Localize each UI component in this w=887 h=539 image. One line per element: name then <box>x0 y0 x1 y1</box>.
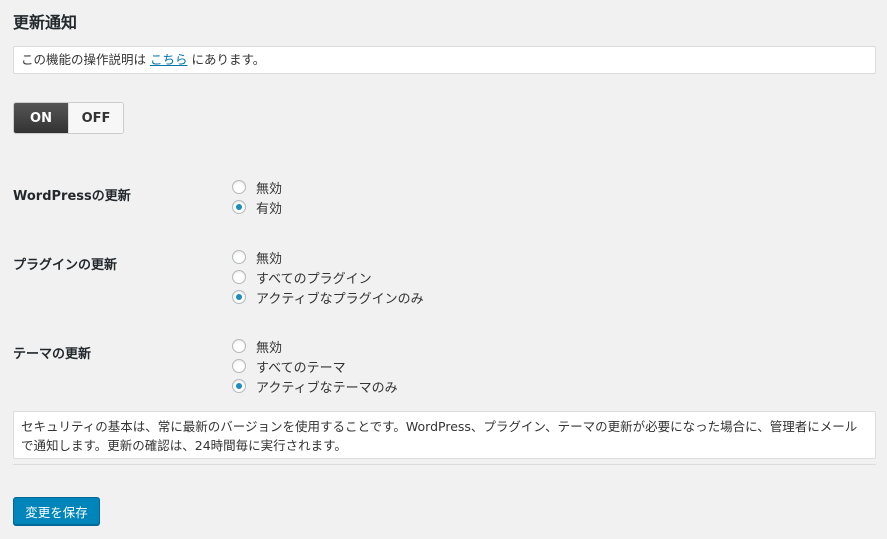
radio-button-icon[interactable] <box>232 339 246 353</box>
toggle-off-button[interactable]: OFF <box>68 103 123 133</box>
radio-label: すべてのプラグイン <box>256 271 372 287</box>
radio-label: すべてのテーマ <box>256 360 346 376</box>
description-text: セキュリティの基本は、常に最新のバージョンを使用することです。WordPress… <box>21 419 858 453</box>
plugin-update-label: プラグインの更新 <box>13 258 118 273</box>
radio-label: 無効 <box>256 251 283 267</box>
plugin-update-active-radio[interactable]: アクティブなプラグインのみ <box>232 287 424 307</box>
info-box: この機能の操作説明は こちら にあります。 <box>13 46 876 74</box>
wordpress-update-options: 無効 有効 <box>232 177 282 217</box>
help-link[interactable]: こちら <box>150 52 188 67</box>
theme-update-all-radio[interactable]: すべてのテーマ <box>232 356 398 376</box>
plugin-update-options: 無効 すべてのプラグイン アクティブなプラグインのみ <box>232 247 424 307</box>
save-changes-button[interactable]: 変更を保存 <box>13 497 100 525</box>
wordpress-update-disabled-radio[interactable]: 無効 <box>232 177 282 197</box>
radio-button-icon[interactable] <box>232 270 246 284</box>
radio-button-icon[interactable] <box>232 180 246 194</box>
radio-label: アクティブなテーマのみ <box>256 380 398 396</box>
radio-button-checked-icon[interactable] <box>232 290 246 304</box>
info-suffix: にあります。 <box>187 52 266 67</box>
radio-label: アクティブなプラグインのみ <box>256 291 424 307</box>
theme-update-label: テーマの更新 <box>13 347 92 362</box>
wordpress-update-label: WordPressの更新 <box>13 189 131 204</box>
radio-label: 有効 <box>256 201 283 217</box>
theme-update-options: 無効 すべてのテーマ アクティブなテーマのみ <box>232 336 398 396</box>
page-title: 更新通知 <box>13 13 78 32</box>
plugin-update-all-radio[interactable]: すべてのプラグイン <box>232 267 424 287</box>
toggle-on-button[interactable]: ON <box>14 103 68 133</box>
info-prefix: この機能の操作説明は <box>21 52 150 67</box>
radio-label: 無効 <box>256 181 283 197</box>
radio-label: 無効 <box>256 340 283 356</box>
wordpress-update-enabled-radio[interactable]: 有効 <box>232 197 282 217</box>
description-box: セキュリティの基本は、常に最新のバージョンを使用することです。WordPress… <box>13 411 876 459</box>
theme-update-disabled-radio[interactable]: 無効 <box>232 336 398 356</box>
plugin-update-disabled-radio[interactable]: 無効 <box>232 247 424 267</box>
radio-button-icon[interactable] <box>232 359 246 373</box>
radio-button-checked-icon[interactable] <box>232 200 246 214</box>
divider <box>13 464 876 465</box>
radio-button-icon[interactable] <box>232 250 246 264</box>
on-off-toggle[interactable]: ON OFF <box>13 102 124 134</box>
radio-button-checked-icon[interactable] <box>232 379 246 393</box>
theme-update-active-radio[interactable]: アクティブなテーマのみ <box>232 376 398 396</box>
